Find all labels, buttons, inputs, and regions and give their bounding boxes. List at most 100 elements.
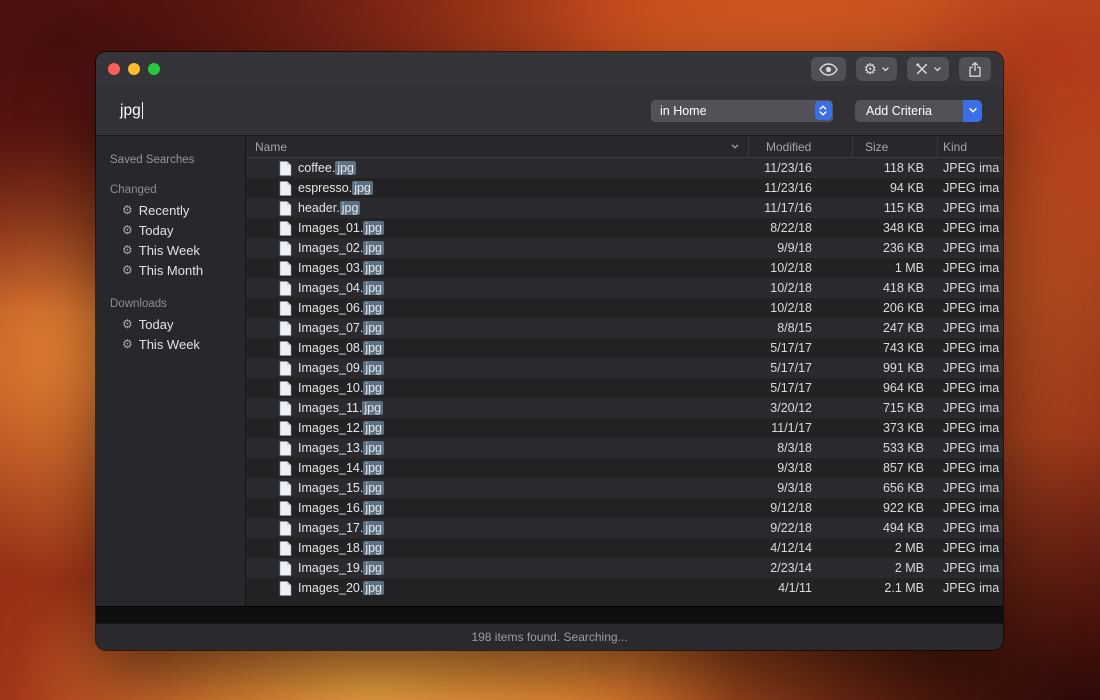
document-icon [279, 421, 292, 436]
modified-cell: 5/17/17 [748, 361, 852, 375]
table-row[interactable]: Images_12.jpg 11/1/17 373 KB JPEG ima [246, 418, 1003, 438]
column-header-size[interactable]: Size [852, 136, 937, 157]
search-input[interactable]: jpg [120, 102, 629, 120]
search-match-highlight: jpg [363, 381, 384, 395]
kind-cell: JPEG ima [937, 501, 1003, 515]
table-row[interactable]: Images_04.jpg 10/2/18 418 KB JPEG ima [246, 278, 1003, 298]
file-name-cell: Images_10.jpg [246, 381, 748, 396]
sidebar-section: Changed ⚙ Recently ⚙ Today ⚙ This Week ⚙… [96, 184, 245, 280]
sidebar-item-this-month[interactable]: ⚙ This Month [96, 260, 245, 280]
search-match-highlight: jpg [363, 481, 384, 495]
action-menu-button[interactable]: ⚙ [856, 57, 897, 81]
table-row[interactable]: Images_14.jpg 9/3/18 857 KB JPEG ima [246, 458, 1003, 478]
document-icon [279, 361, 292, 376]
document-icon [279, 581, 292, 596]
search-match-highlight: jpg [362, 401, 383, 415]
file-name-cell: Images_15.jpg [246, 481, 748, 496]
modified-cell: 4/12/14 [748, 541, 852, 555]
file-name-text: Images_01. [298, 221, 363, 235]
file-name-text: Images_11. [298, 401, 362, 415]
table-row[interactable]: Images_09.jpg 5/17/17 991 KB JPEG ima [246, 358, 1003, 378]
search-match-highlight: jpg [363, 541, 384, 555]
tools-icon [915, 62, 929, 76]
document-icon [279, 241, 292, 256]
table-row[interactable]: Images_11.jpg 3/20/12 715 KB JPEG ima [246, 398, 1003, 418]
sidebar-item-today[interactable]: ⚙ Today [96, 314, 245, 334]
quick-look-button[interactable] [811, 57, 846, 81]
table-row[interactable]: Images_01.jpg 8/22/18 348 KB JPEG ima [246, 218, 1003, 238]
zoom-button[interactable] [148, 63, 160, 75]
table-header: Name Modified Size Kind [246, 136, 1003, 158]
size-cell: 2 MB [852, 541, 937, 555]
document-icon [279, 561, 292, 576]
window-body: Saved Searches Changed ⚙ Recently ⚙ Toda… [96, 136, 1003, 606]
file-name-text: Images_19. [298, 561, 363, 575]
table-row[interactable]: Images_17.jpg 9/22/18 494 KB JPEG ima [246, 518, 1003, 538]
table-row[interactable]: Images_03.jpg 10/2/18 1 MB JPEG ima [246, 258, 1003, 278]
document-icon [279, 161, 292, 176]
table-row[interactable]: Images_13.jpg 8/3/18 533 KB JPEG ima [246, 438, 1003, 458]
modified-cell: 10/2/18 [748, 261, 852, 275]
table-row[interactable]: Images_08.jpg 5/17/17 743 KB JPEG ima [246, 338, 1003, 358]
size-cell: 715 KB [852, 401, 937, 415]
sidebar-section: Downloads ⚙ Today ⚙ This Week [96, 298, 245, 354]
search-match-highlight: jpg [363, 461, 384, 475]
table-row[interactable]: Images_02.jpg 9/9/18 236 KB JPEG ima [246, 238, 1003, 258]
share-button[interactable] [959, 57, 991, 81]
table-row[interactable]: Images_15.jpg 9/3/18 656 KB JPEG ima [246, 478, 1003, 498]
column-header-name[interactable]: Name [246, 136, 748, 157]
size-cell: 115 KB [852, 201, 937, 215]
kind-cell: JPEG ima [937, 261, 1003, 275]
kind-cell: JPEG ima [937, 221, 1003, 235]
table-row[interactable]: espresso.jpg 11/23/16 94 KB JPEG ima [246, 178, 1003, 198]
file-name-text: Images_07. [298, 321, 363, 335]
scope-dropdown[interactable]: in Home [651, 100, 833, 122]
sidebar-item-recently[interactable]: ⚙ Recently [96, 200, 245, 220]
add-criteria-button[interactable]: Add Criteria [855, 100, 982, 122]
column-header-modified[interactable]: Modified [748, 136, 852, 157]
gear-icon: ⚙ [122, 264, 133, 276]
table-row[interactable]: coffee.jpg 11/23/16 118 KB JPEG ima [246, 158, 1003, 178]
size-cell: 857 KB [852, 461, 937, 475]
table-row[interactable]: Images_07.jpg 8/8/15 247 KB JPEG ima [246, 318, 1003, 338]
file-name-cell: Images_02.jpg [246, 241, 748, 256]
tools-menu-button[interactable] [907, 57, 949, 81]
sidebar-item-this-week[interactable]: ⚙ This Week [96, 240, 245, 260]
column-header-kind[interactable]: Kind [937, 136, 1003, 157]
sidebar-item-this-week[interactable]: ⚙ This Week [96, 334, 245, 354]
kind-cell: JPEG ima [937, 441, 1003, 455]
gear-icon: ⚙ [122, 204, 133, 216]
kind-cell: JPEG ima [937, 541, 1003, 555]
size-cell: 236 KB [852, 241, 937, 255]
modified-cell: 10/2/18 [748, 301, 852, 315]
sidebar-item-today[interactable]: ⚙ Today [96, 220, 245, 240]
size-cell: 533 KB [852, 441, 937, 455]
close-button[interactable] [108, 63, 120, 75]
table-row[interactable]: Images_16.jpg 9/12/18 922 KB JPEG ima [246, 498, 1003, 518]
table-row[interactable]: Images_19.jpg 2/23/14 2 MB JPEG ima [246, 558, 1003, 578]
results-panel: Name Modified Size Kind coffee.jpg 11/23… [246, 136, 1003, 606]
file-name-text: Images_02. [298, 241, 363, 255]
document-icon [279, 461, 292, 476]
search-match-highlight: jpg [363, 341, 384, 355]
share-icon [969, 62, 981, 77]
document-icon [279, 341, 292, 356]
horizontal-scroll-strip[interactable] [96, 606, 1003, 623]
table-row[interactable]: header.jpg 11/17/16 115 KB JPEG ima [246, 198, 1003, 218]
table-row[interactable]: Images_06.jpg 10/2/18 206 KB JPEG ima [246, 298, 1003, 318]
file-name-text: Images_03. [298, 261, 363, 275]
size-cell: 991 KB [852, 361, 937, 375]
minimize-button[interactable] [128, 63, 140, 75]
document-icon [279, 221, 292, 236]
table-row[interactable]: Images_18.jpg 4/12/14 2 MB JPEG ima [246, 538, 1003, 558]
kind-cell: JPEG ima [937, 381, 1003, 395]
document-icon [279, 281, 292, 296]
table-row[interactable]: Images_20.jpg 4/1/11 2.1 MB JPEG ima [246, 578, 1003, 598]
search-match-highlight: jpg [363, 581, 384, 595]
file-name-cell: Images_14.jpg [246, 461, 748, 476]
table-row[interactable]: Images_10.jpg 5/17/17 964 KB JPEG ima [246, 378, 1003, 398]
file-name-cell: Images_18.jpg [246, 541, 748, 556]
size-cell: 118 KB [852, 161, 937, 175]
search-match-highlight: jpg [335, 161, 356, 175]
window-titlebar[interactable]: ⚙ [96, 52, 1003, 86]
